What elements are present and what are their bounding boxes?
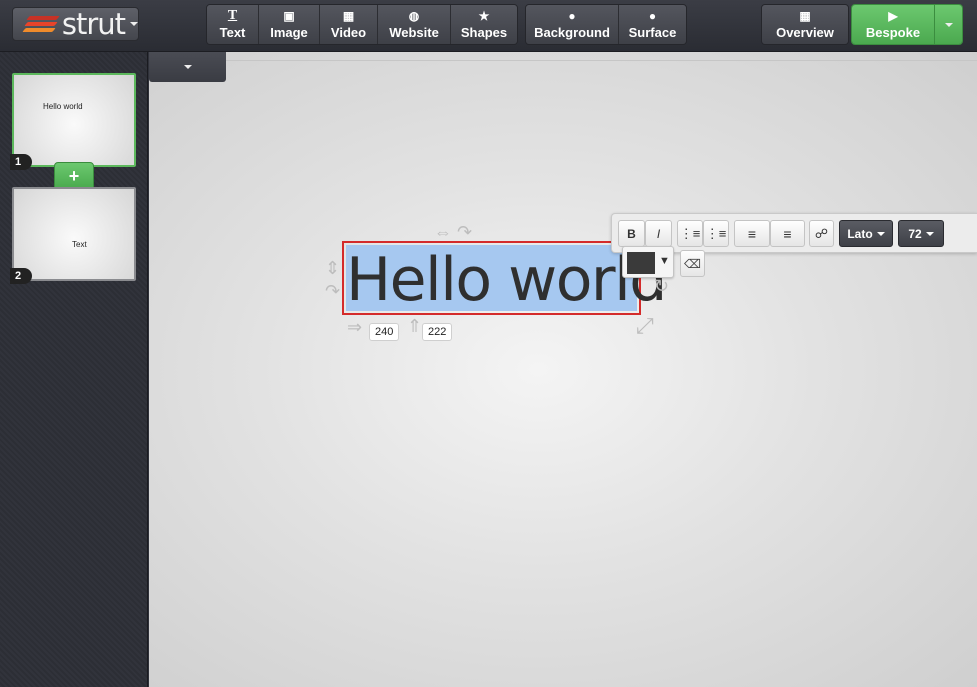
- skew-x-handle-icon[interactable]: ⇔: [434, 223, 452, 241]
- top-toolbar: strut T Text ▣ Image ▦ Video ◍ Website ★…: [0, 0, 977, 52]
- style-button-group: ● Background ● Surface: [525, 4, 687, 45]
- align-left-icon: ≡: [747, 225, 757, 242]
- skew-y-handle-icon[interactable]: ⇕: [325, 259, 340, 277]
- move-y-arrow-icon: ⇑: [407, 316, 423, 336]
- text-box-content[interactable]: Hello world: [346, 247, 667, 313]
- video-icon: ▦: [342, 9, 355, 23]
- bullet-list-icon: ⋮≡: [679, 225, 701, 241]
- chevron-down-icon: [925, 231, 934, 236]
- slide-thumbnail-2[interactable]: Text: [12, 187, 136, 281]
- background-button[interactable]: ● Background: [526, 5, 619, 44]
- insert-shapes-button[interactable]: ★ Shapes: [451, 5, 517, 44]
- italic-button[interactable]: I: [645, 220, 672, 247]
- numbered-list-button[interactable]: ⋮≡: [703, 220, 729, 247]
- surface-button[interactable]: ● Surface: [619, 5, 686, 44]
- bullet-list-button[interactable]: ⋮≡: [677, 220, 703, 247]
- logo-text: strut: [61, 7, 126, 41]
- surface-label: Surface: [628, 25, 677, 40]
- eraser-icon: ⌫: [684, 256, 701, 271]
- font-size-dropdown[interactable]: 72: [898, 220, 944, 247]
- font-family-value: Lato: [847, 226, 873, 241]
- slide-thumbnail-text: Hello world: [43, 102, 83, 111]
- color-swatch: [627, 252, 655, 274]
- skew-handle-icon[interactable]: ↷: [457, 223, 472, 241]
- strut-logo-icon: [22, 13, 60, 35]
- numbered-list-icon: ⋮≡: [705, 225, 727, 241]
- slide-thumbnail-text: Text: [72, 240, 87, 249]
- slide-number-badge: 2: [10, 268, 32, 284]
- play-icon: ▶: [888, 9, 898, 23]
- chevron-down-icon: [876, 231, 885, 236]
- slide-number-badge: 1: [10, 154, 32, 170]
- insert-image-label: Image: [270, 25, 308, 40]
- bold-button[interactable]: B: [618, 220, 645, 247]
- insert-shapes-label: Shapes: [460, 25, 508, 40]
- image-icon: ▣: [283, 9, 295, 23]
- overview-button[interactable]: ▦ Overview: [762, 5, 848, 44]
- x-position-field[interactable]: 240: [369, 323, 400, 341]
- resize-handle-icon[interactable]: ⤢: [636, 315, 654, 337]
- droplet-icon: ●: [648, 9, 657, 23]
- rotate-handle-icon[interactable]: ↻: [654, 277, 669, 295]
- clear-format-button[interactable]: ⌫: [680, 250, 705, 277]
- link-button[interactable]: ☍: [809, 220, 834, 247]
- overview-label: Overview: [776, 25, 834, 40]
- insert-video-label: Video: [330, 25, 367, 40]
- canvas-options-dropdown[interactable]: [149, 52, 226, 82]
- chevron-down-icon: [183, 65, 192, 69]
- star-icon: ★: [478, 9, 490, 23]
- skew-handle-icon[interactable]: ↷: [325, 282, 340, 300]
- logo-menu-button[interactable]: strut: [12, 7, 139, 41]
- background-label: Background: [534, 25, 610, 40]
- text-color-picker[interactable]: ▼: [622, 246, 674, 278]
- chevron-down-icon: [944, 22, 953, 27]
- insert-button-group: T Text ▣ Image ▦ Video ◍ Website ★ Shape…: [206, 4, 518, 45]
- align-center-icon: ≡: [783, 225, 792, 242]
- insert-image-button[interactable]: ▣ Image: [259, 5, 320, 44]
- present-bespoke-button[interactable]: ▶ Bespoke: [852, 5, 934, 44]
- link-icon: ☍: [814, 225, 829, 241]
- overview-button-group: ▦ Overview: [761, 4, 849, 45]
- insert-video-button[interactable]: ▦ Video: [320, 5, 378, 44]
- font-size-value: 72: [908, 226, 922, 241]
- insert-website-label: Website: [389, 25, 439, 40]
- insert-text-button[interactable]: T Text: [207, 5, 259, 44]
- insert-website-button[interactable]: ◍ Website: [378, 5, 451, 44]
- y-position-field[interactable]: 222: [422, 323, 453, 341]
- slide-canvas[interactable]: [149, 52, 977, 687]
- present-label: Bespoke: [865, 25, 921, 40]
- insert-text-label: Text: [219, 25, 246, 40]
- align-left-button[interactable]: ≡: [734, 220, 770, 247]
- globe-icon: ◍: [408, 9, 420, 23]
- text-icon: T: [227, 8, 238, 23]
- slide-thumbnail-1[interactable]: Hello world: [12, 73, 136, 167]
- font-family-dropdown[interactable]: Lato: [839, 220, 893, 247]
- chevron-down-icon: ▼: [659, 255, 670, 267]
- selected-text-box[interactable]: Hello world: [342, 241, 667, 315]
- canvas-ruler-line: [149, 60, 977, 61]
- droplet-icon: ●: [568, 9, 576, 23]
- move-x-arrow-icon: ⇒: [347, 317, 363, 337]
- align-center-button[interactable]: ≡: [770, 220, 805, 247]
- present-mode-dropdown[interactable]: [934, 5, 962, 44]
- grid-icon: ▦: [799, 9, 811, 23]
- slide-sidebar: Hello world 1 + Text 2: [0, 52, 148, 687]
- present-button-group: ▶ Bespoke: [851, 4, 963, 45]
- chevron-down-icon: [130, 22, 138, 26]
